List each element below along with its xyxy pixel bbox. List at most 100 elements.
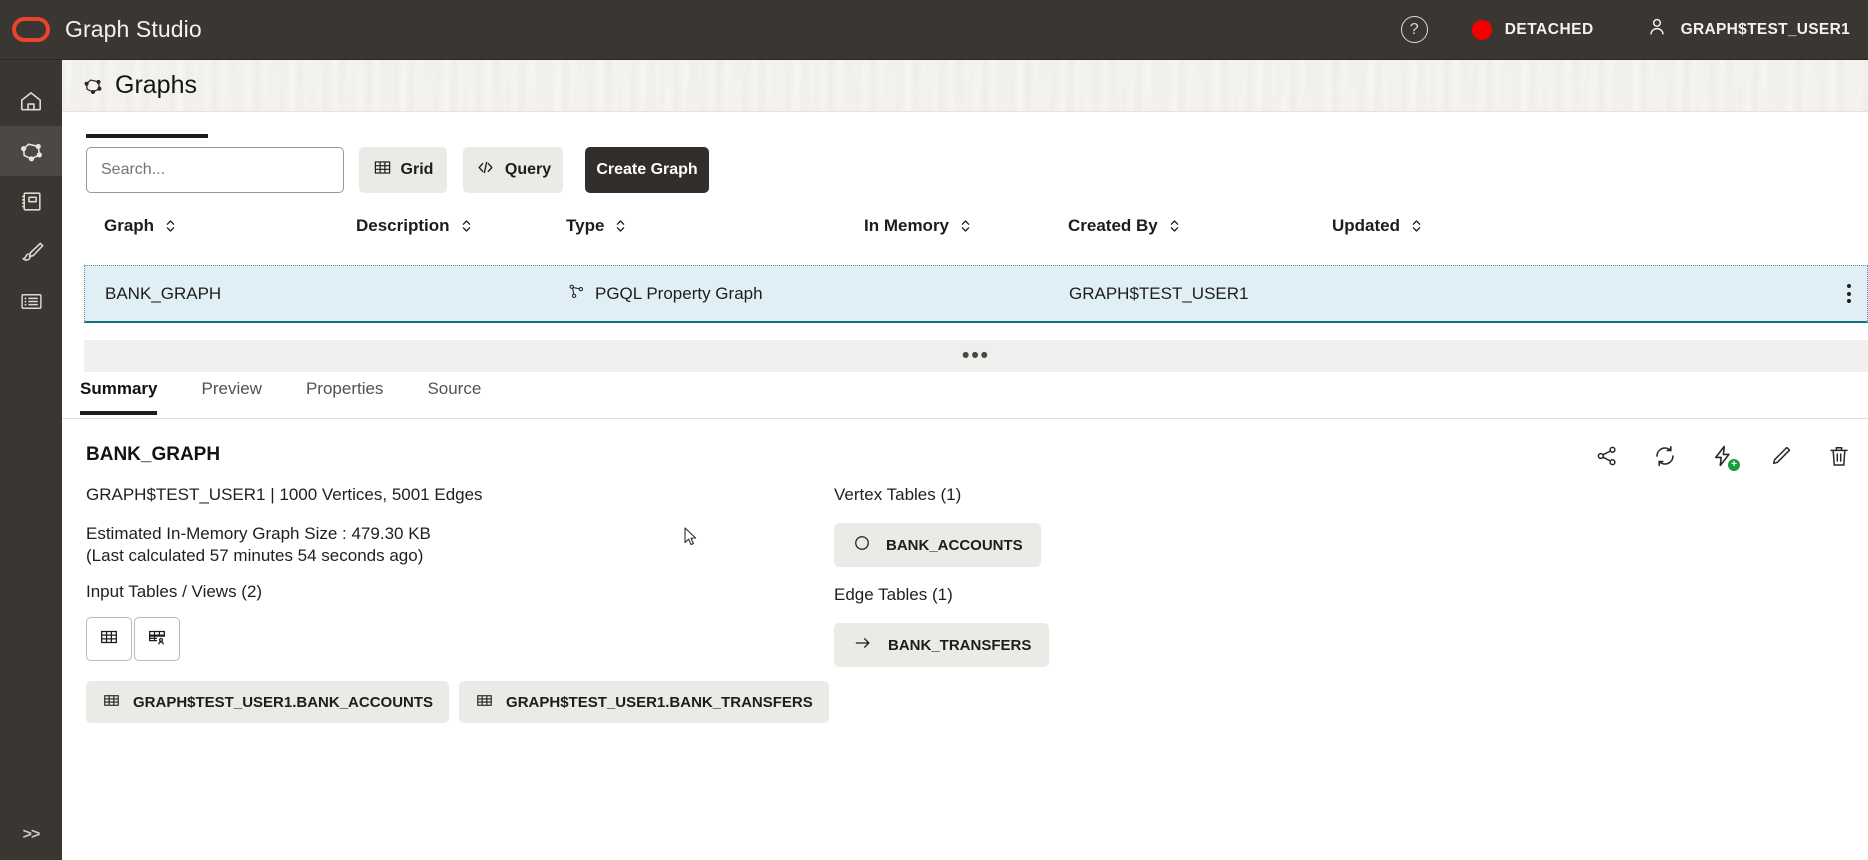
- sort-chevron-icon: [1169, 218, 1180, 234]
- top-bar-right: ? DETACHED GRAPH$TEST_USER1: [1400, 16, 1868, 43]
- column-header-in-memory[interactable]: In Memory: [864, 216, 971, 236]
- input-table-chips: GRAPH$TEST_USER1.BANK_ACCOUNTS GRAPH$TES…: [86, 681, 829, 723]
- sort-chevron-icon: [165, 218, 176, 234]
- sort-chevron-icon: [615, 218, 626, 234]
- query-button[interactable]: Query: [463, 147, 563, 193]
- refresh-graph-icon[interactable]: [1652, 443, 1678, 469]
- sidebar-item-jobs[interactable]: [0, 276, 62, 326]
- column-label: Created By: [1068, 216, 1158, 235]
- summary-size: Estimated In-Memory Graph Size : 479.30 …: [86, 523, 431, 567]
- tab-properties[interactable]: Properties: [306, 373, 383, 411]
- sort-chevron-icon: [1411, 218, 1422, 234]
- column-header-created-by[interactable]: Created By: [1068, 216, 1180, 236]
- arrow-edge-icon: [852, 633, 874, 657]
- cell-graph-type: PGQL Property Graph: [567, 282, 763, 306]
- table-grid-icon: [475, 691, 494, 714]
- circle-vertex-icon: [852, 533, 872, 557]
- vertex-table-chip[interactable]: BANK_ACCOUNTS: [834, 523, 1041, 567]
- cell-graph-name: BANK_GRAPH: [105, 283, 222, 303]
- graphs-table-header: Graph Description Type In Memory Created…: [62, 200, 1868, 252]
- summary-action-icons: +: [1594, 443, 1852, 471]
- column-label: Updated: [1332, 216, 1400, 235]
- panel-splitter-handle[interactable]: •••: [84, 340, 1868, 372]
- graph-node-icon: [82, 75, 104, 97]
- edge-table-chip-label: BANK_TRANSFERS: [888, 636, 1032, 654]
- table-grid-icon: [102, 691, 121, 714]
- column-label: Graph: [104, 216, 155, 235]
- connection-status[interactable]: DETACHED: [1471, 19, 1594, 40]
- column-label: Description: [356, 216, 450, 235]
- table-grid-icon: [98, 626, 120, 653]
- input-table-chip[interactable]: GRAPH$TEST_USER1.BANK_ACCOUNTS: [86, 681, 450, 723]
- help-glyph: ?: [1409, 20, 1419, 38]
- column-label: Type: [566, 216, 605, 235]
- summary-graph-name: BANK_GRAPH: [86, 444, 221, 465]
- graph-node-icon: [18, 138, 45, 165]
- table-view-toggle[interactable]: [86, 617, 132, 661]
- user-name: GRAPH$TEST_USER1: [1680, 20, 1850, 38]
- edge-table-chip[interactable]: BANK_TRANSFERS: [834, 623, 1050, 667]
- summary-meta: GRAPH$TEST_USER1 | 1000 Vertices, 5001 E…: [86, 485, 483, 504]
- create-graph-button[interactable]: Create Graph: [585, 147, 709, 193]
- person-icon: [1646, 16, 1668, 43]
- input-table-chip-label: GRAPH$TEST_USER1.BANK_TRANSFERS: [506, 693, 813, 711]
- detail-tabs: Summary Preview Properties Source: [62, 373, 1868, 419]
- app-title: Graph Studio: [65, 16, 202, 42]
- edge-tables-label: Edge Tables (1): [834, 585, 953, 604]
- graph-studio-app: Graph Studio ? DETACHED GRAPH$TEST_USER1: [0, 0, 1868, 860]
- sort-chevron-icon: [960, 218, 971, 234]
- edit-graph-icon[interactable]: [1768, 443, 1794, 469]
- column-label: In Memory: [864, 216, 950, 235]
- column-header-graph[interactable]: Graph: [104, 216, 176, 236]
- tab-summary[interactable]: Summary: [80, 373, 158, 415]
- status-badge: DETACHED: [1504, 20, 1594, 38]
- sidebar-item-designer[interactable]: [0, 226, 62, 276]
- table-row[interactable]: BANK_GRAPH PGQL Property Graph GRAPH$TES…: [84, 265, 1868, 323]
- input-table-chip-label: GRAPH$TEST_USER1.BANK_ACCOUNTS: [133, 693, 434, 711]
- oracle-ring-logo[interactable]: [11, 17, 51, 43]
- summary-panel: BANK_GRAPH GRAPH$TEST_USER1 | 1000 Verti…: [62, 425, 1868, 860]
- input-tables-label: Input Tables / Views (2): [86, 582, 263, 601]
- load-into-memory-icon[interactable]: +: [1710, 443, 1740, 471]
- cell-created-by: GRAPH$TEST_USER1: [1069, 283, 1249, 303]
- tab-source[interactable]: Source: [427, 373, 481, 411]
- vertex-tables-label: Vertex Tables (1): [834, 485, 962, 504]
- summary-size-line2: (Last calculated 57 minutes 54 seconds a…: [86, 546, 424, 565]
- table-user-view-toggle[interactable]: [134, 617, 180, 661]
- pgql-graph-icon: [567, 282, 586, 306]
- code-brackets-icon: [475, 158, 496, 182]
- query-button-label: Query: [504, 161, 552, 178]
- sidebar-item-home[interactable]: [0, 76, 62, 126]
- input-table-chip[interactable]: GRAPH$TEST_USER1.BANK_TRANSFERS: [459, 681, 829, 723]
- column-header-description[interactable]: Description: [356, 216, 472, 236]
- table-grid-icon: [373, 158, 392, 182]
- vertex-table-chip-label: BANK_ACCOUNTS: [886, 536, 1023, 554]
- input-view-toggles: [86, 617, 180, 661]
- sidebar-item-graphs[interactable]: [0, 126, 62, 176]
- summary-size-line1: Estimated In-Memory Graph Size : 479.30 …: [86, 524, 431, 543]
- paintbrush-icon: [19, 239, 44, 264]
- left-nav-rail: >>: [0, 60, 62, 860]
- search-input[interactable]: [86, 147, 344, 193]
- delete-graph-icon[interactable]: [1826, 443, 1852, 469]
- column-header-updated[interactable]: Updated: [1332, 216, 1422, 236]
- kebab-menu-icon[interactable]: [1847, 284, 1851, 303]
- grid-button[interactable]: Grid: [359, 147, 447, 193]
- table-person-icon: [146, 626, 168, 653]
- top-bar: Graph Studio ? DETACHED GRAPH$TEST_USER1: [0, 0, 1868, 60]
- tab-preview[interactable]: Preview: [201, 373, 261, 411]
- sort-chevron-icon: [461, 218, 472, 234]
- expand-sidebar-button[interactable]: >>: [0, 818, 62, 852]
- add-badge: +: [1728, 459, 1740, 471]
- question-circle-icon[interactable]: ?: [1400, 16, 1428, 43]
- page-title: Graphs: [115, 71, 197, 99]
- sidebar-item-notebooks[interactable]: [0, 176, 62, 226]
- column-header-type[interactable]: Type: [566, 216, 626, 236]
- page-header: Graphs: [62, 60, 1868, 112]
- status-dot-icon: [1471, 19, 1492, 40]
- table-list-icon: [19, 289, 44, 314]
- active-tab-indicator: [86, 134, 208, 138]
- mouse-cursor: [684, 527, 697, 546]
- share-graph-icon[interactable]: [1594, 443, 1620, 469]
- user-menu[interactable]: GRAPH$TEST_USER1: [1646, 16, 1850, 43]
